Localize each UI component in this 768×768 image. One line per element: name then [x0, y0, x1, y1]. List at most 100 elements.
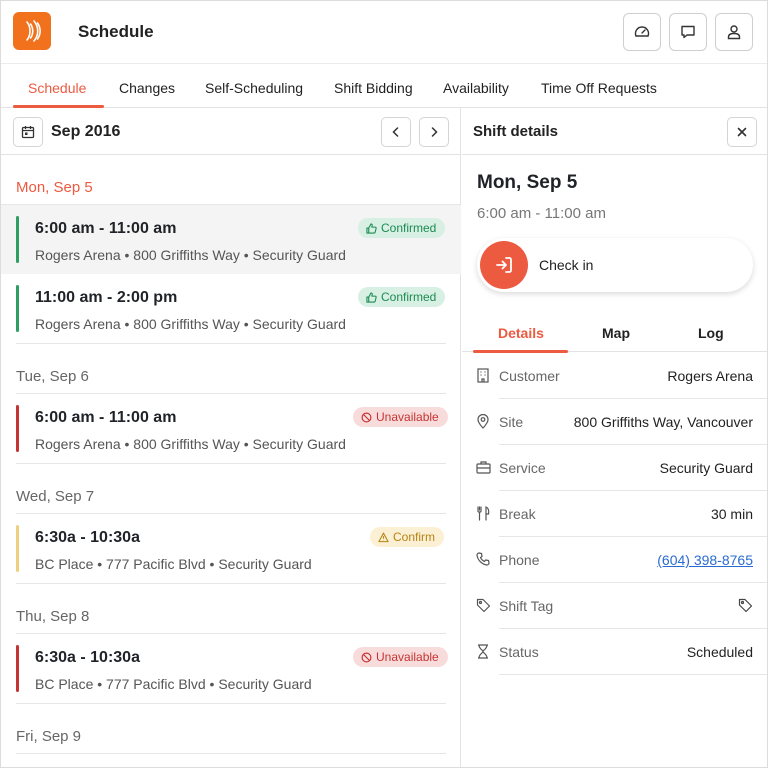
detail-row-service: Service Security Guard — [462, 445, 767, 491]
detail-key: Status — [499, 644, 539, 660]
block-icon — [361, 412, 372, 422]
check-in-circle — [480, 241, 528, 289]
status-badge[interactable]: Confirm — [370, 527, 445, 547]
divider — [16, 343, 446, 344]
shift-date: Mon, Sep 5 — [477, 172, 578, 193]
shift-location: BC Place • 777 Pacific Blvd • Security G… — [35, 676, 312, 692]
status-bar — [16, 285, 19, 332]
detail-row-status: Status Scheduled — [462, 629, 767, 675]
add-tag-button[interactable] — [738, 598, 753, 616]
tag-icon — [475, 597, 491, 613]
shift-time: 6:30a - 10:30a — [35, 649, 140, 666]
thumbs-up-icon — [366, 222, 377, 234]
shift-details-panel: Shift details Mon, Sep 5 6:00 am - 11:00… — [462, 108, 767, 767]
detail-key: Customer — [499, 368, 560, 384]
status-badge: Unavailable — [353, 407, 448, 427]
briefcase-icon — [475, 459, 491, 475]
detail-row-phone: Phone (604) 398-8765 — [462, 537, 767, 583]
details-tabs: Details Map Log — [462, 321, 767, 353]
page-title: Schedule — [78, 22, 154, 41]
check-in-button[interactable]: Check in — [477, 238, 753, 292]
profile-button[interactable] — [715, 13, 753, 51]
calendar-icon — [21, 126, 35, 139]
shift-time: 6:00 am - 11:00 am — [35, 409, 177, 426]
utensils-icon — [475, 505, 491, 521]
day-header: Thu, Sep 8 — [16, 608, 90, 625]
shift-item[interactable]: 6:00 am - 11:00 am Rogers Arena • 800 Gr… — [1, 394, 461, 463]
status-badge: Confirmed — [358, 287, 446, 307]
block-icon — [361, 652, 372, 662]
sign-in-icon — [496, 257, 512, 273]
tab-self-scheduling[interactable]: Self-Scheduling — [205, 80, 303, 96]
detail-key: Break — [499, 506, 536, 522]
tab-shift-bidding[interactable]: Shift Bidding — [334, 80, 413, 96]
detail-row-site: Site 800 Griffiths Way, Vancouver — [462, 399, 767, 445]
thumbs-up-icon — [366, 291, 377, 303]
shift-time: 6:30a - 10:30a — [35, 529, 140, 546]
shift-item[interactable]: 6:00 am - 11:00 am Rogers Arena • 800 Gr… — [1, 205, 461, 274]
tab-time-off-requests[interactable]: Time Off Requests — [541, 80, 657, 96]
detail-key: Site — [499, 414, 524, 430]
dashboard-button[interactable] — [623, 13, 661, 51]
phone-icon — [475, 551, 491, 567]
month-label: Sep 2016 — [51, 123, 121, 140]
chat-icon — [681, 25, 695, 39]
tab-availability[interactable]: Availability — [443, 80, 509, 96]
shift-item[interactable]: 6:30a - 10:30a BC Place • 777 Pacific Bl… — [1, 514, 461, 583]
divider — [16, 583, 446, 584]
detail-value: Security Guard — [659, 460, 753, 476]
divider — [499, 674, 767, 675]
divider — [16, 703, 446, 704]
shift-location: Rogers Arena • 800 Griffiths Way • Secur… — [35, 436, 346, 452]
tab-details[interactable]: Details — [498, 325, 544, 341]
check-in-label: Check in — [539, 257, 594, 273]
shift-item[interactable]: 11:00 am - 2:00 pm Rogers Arena • 800 Gr… — [1, 274, 461, 343]
status-badge: Confirmed — [358, 218, 446, 238]
main-tabs: Schedule Changes Self-Scheduling Shift B… — [1, 63, 767, 108]
divider — [16, 753, 446, 754]
next-month-button[interactable] — [419, 117, 449, 147]
previous-month-button[interactable] — [381, 117, 411, 147]
tab-changes[interactable]: Changes — [119, 80, 175, 96]
shift-location: Rogers Arena • 800 Griffiths Way • Secur… — [35, 316, 346, 332]
warning-icon — [378, 532, 389, 542]
detail-value: Scheduled — [686, 644, 753, 660]
status-bar — [16, 645, 19, 692]
tab-map[interactable]: Map — [602, 325, 630, 341]
day-header: Fri, Sep 9 — [16, 728, 82, 745]
shift-item[interactable]: 6:30a - 10:30a BC Place • 777 Pacific Bl… — [1, 634, 461, 703]
shift-time: 11:00 am - 2:00 pm — [35, 289, 178, 306]
chevron-left-icon — [392, 127, 399, 137]
details-title: Shift details — [473, 123, 559, 140]
detail-value: 30 min — [710, 506, 753, 522]
gauge-icon — [634, 26, 650, 37]
app-header: Schedule — [1, 1, 767, 63]
map-pin-icon — [475, 413, 491, 429]
status-badge: Unavailable — [353, 647, 448, 667]
shift-time: 6:00 am - 11:00 am — [35, 220, 177, 237]
phone-link[interactable]: (604) 398-8765 — [657, 552, 753, 568]
detail-key: Shift Tag — [499, 598, 554, 614]
status-bar — [16, 525, 19, 572]
tab-log[interactable]: Log — [698, 325, 724, 341]
status-bar — [16, 216, 19, 263]
radio-waves-logo[interactable] — [13, 12, 51, 50]
month-toolbar: Sep 2016 — [1, 108, 461, 155]
building-icon — [475, 367, 491, 383]
close-button[interactable] — [727, 117, 757, 147]
tab-schedule[interactable]: Schedule — [28, 80, 86, 96]
detail-value: Rogers Arena — [667, 368, 753, 384]
detail-row-customer: Customer Rogers Arena — [462, 353, 767, 399]
details-header: Shift details — [462, 108, 767, 155]
shift-location: Rogers Arena • 800 Griffiths Way • Secur… — [35, 247, 346, 263]
app-window: Schedule Schedule Changes Self-Schedulin… — [0, 0, 768, 768]
messages-button[interactable] — [669, 13, 707, 51]
day-header: Tue, Sep 6 — [16, 368, 89, 385]
detail-key: Service — [499, 460, 546, 476]
day-header: Mon, Sep 5 — [16, 179, 93, 196]
status-bar — [16, 405, 19, 452]
calendar-picker-button[interactable] — [13, 117, 43, 147]
user-icon — [727, 25, 741, 40]
detail-value: 800 Griffiths Way, Vancouver — [573, 414, 753, 430]
day-header: Wed, Sep 7 — [16, 488, 95, 505]
